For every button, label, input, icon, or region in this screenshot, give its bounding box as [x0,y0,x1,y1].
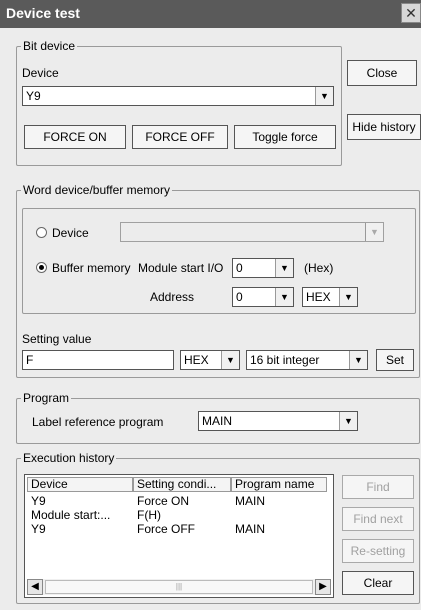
setting-value-text: F [26,353,34,367]
arrow-left-icon[interactable]: ◀ [27,579,43,595]
device-radio-label: Device [52,226,89,240]
module-start-label: Module start I/O [138,261,224,275]
device-label: Device [22,66,59,80]
toggle-force-button[interactable]: Toggle force [234,125,336,149]
device-input[interactable]: Y9 ▼ [22,86,334,106]
clear-button[interactable]: Clear [342,571,414,595]
label-reference-value: MAIN [202,414,232,428]
chevron-down-icon[interactable]: ▼ [365,223,383,241]
setting-format-select[interactable]: HEX ▼ [180,350,240,370]
word-device-legend: Word device/buffer memory [21,183,172,197]
bit-device-legend: Bit device [21,39,78,53]
setting-type-value: 16 bit integer [250,353,320,367]
find-button[interactable]: Find [342,475,414,499]
address-input[interactable]: 0 ▼ [232,287,294,307]
device-radio[interactable] [36,227,47,238]
arrow-right-icon[interactable]: ▶ [315,579,331,595]
hide-history-button[interactable]: Hide history [347,114,421,140]
address-value: 0 [236,290,243,304]
resetting-button[interactable]: Re-setting [342,539,414,563]
chevron-down-icon[interactable]: ▼ [349,351,367,369]
chevron-down-icon[interactable]: ▼ [275,259,293,277]
column-header-device[interactable]: Device [27,477,133,492]
history-cell: Y9 [31,495,46,508]
close-button[interactable]: Close [347,60,417,86]
history-cell: Y9 [31,523,46,536]
column-header-setting[interactable]: Setting condi... [133,477,231,492]
title-bar: Device test ✕ [0,0,421,28]
buffer-memory-label: Buffer memory [52,261,131,275]
force-off-button[interactable]: FORCE OFF [132,125,228,149]
chevron-down-icon[interactable]: ▼ [221,351,239,369]
radio-selected-dot [39,265,44,270]
chevron-down-icon[interactable]: ▼ [315,87,333,105]
history-list[interactable]: Device Setting condi... Program name Y9 … [24,474,334,598]
label-reference-label: Label reference program [32,415,164,429]
history-cell: Force ON [137,495,190,508]
history-cell: F(H) [137,509,161,522]
address-label: Address [150,290,195,304]
execution-history-legend: Execution history [21,451,117,465]
chevron-down-icon[interactable]: ▼ [339,412,357,430]
label-reference-select[interactable]: MAIN ▼ [198,411,358,431]
address-format-select[interactable]: HEX ▼ [302,287,358,307]
program-legend: Program [21,391,72,405]
force-on-button[interactable]: FORCE ON [24,125,126,149]
setting-value-input[interactable]: F [22,350,174,370]
set-button[interactable]: Set [376,349,414,371]
hex-unit-label: (Hex) [304,261,334,275]
history-cell: Force OFF [137,523,196,536]
device-value: Y9 [26,89,41,103]
setting-format-value: HEX [184,353,209,367]
setting-value-label: Setting value [22,332,92,346]
setting-type-select[interactable]: 16 bit integer ▼ [246,350,368,370]
word-device-input[interactable]: ▼ [120,222,384,242]
buffer-memory-radio[interactable] [36,262,47,273]
find-next-button[interactable]: Find next [342,507,414,531]
module-start-input[interactable]: 0 ▼ [232,258,294,278]
scroll-thumb[interactable]: ||| [45,580,313,594]
column-header-program[interactable]: Program name [231,477,327,492]
chevron-down-icon[interactable]: ▼ [339,288,357,306]
history-cell: Module start:... [31,509,111,522]
history-cell: MAIN [235,523,265,536]
horizontal-scrollbar[interactable]: ◀ ||| ▶ [27,579,331,595]
address-format-value: HEX [306,290,331,304]
window-title: Device test [6,5,80,21]
module-start-value: 0 [236,261,243,275]
chevron-down-icon[interactable]: ▼ [275,288,293,306]
close-icon[interactable]: ✕ [401,3,421,23]
device-test-window: Device test ✕ Bit device Device Y9 ▼ FOR… [0,0,421,610]
history-cell: MAIN [235,495,265,508]
